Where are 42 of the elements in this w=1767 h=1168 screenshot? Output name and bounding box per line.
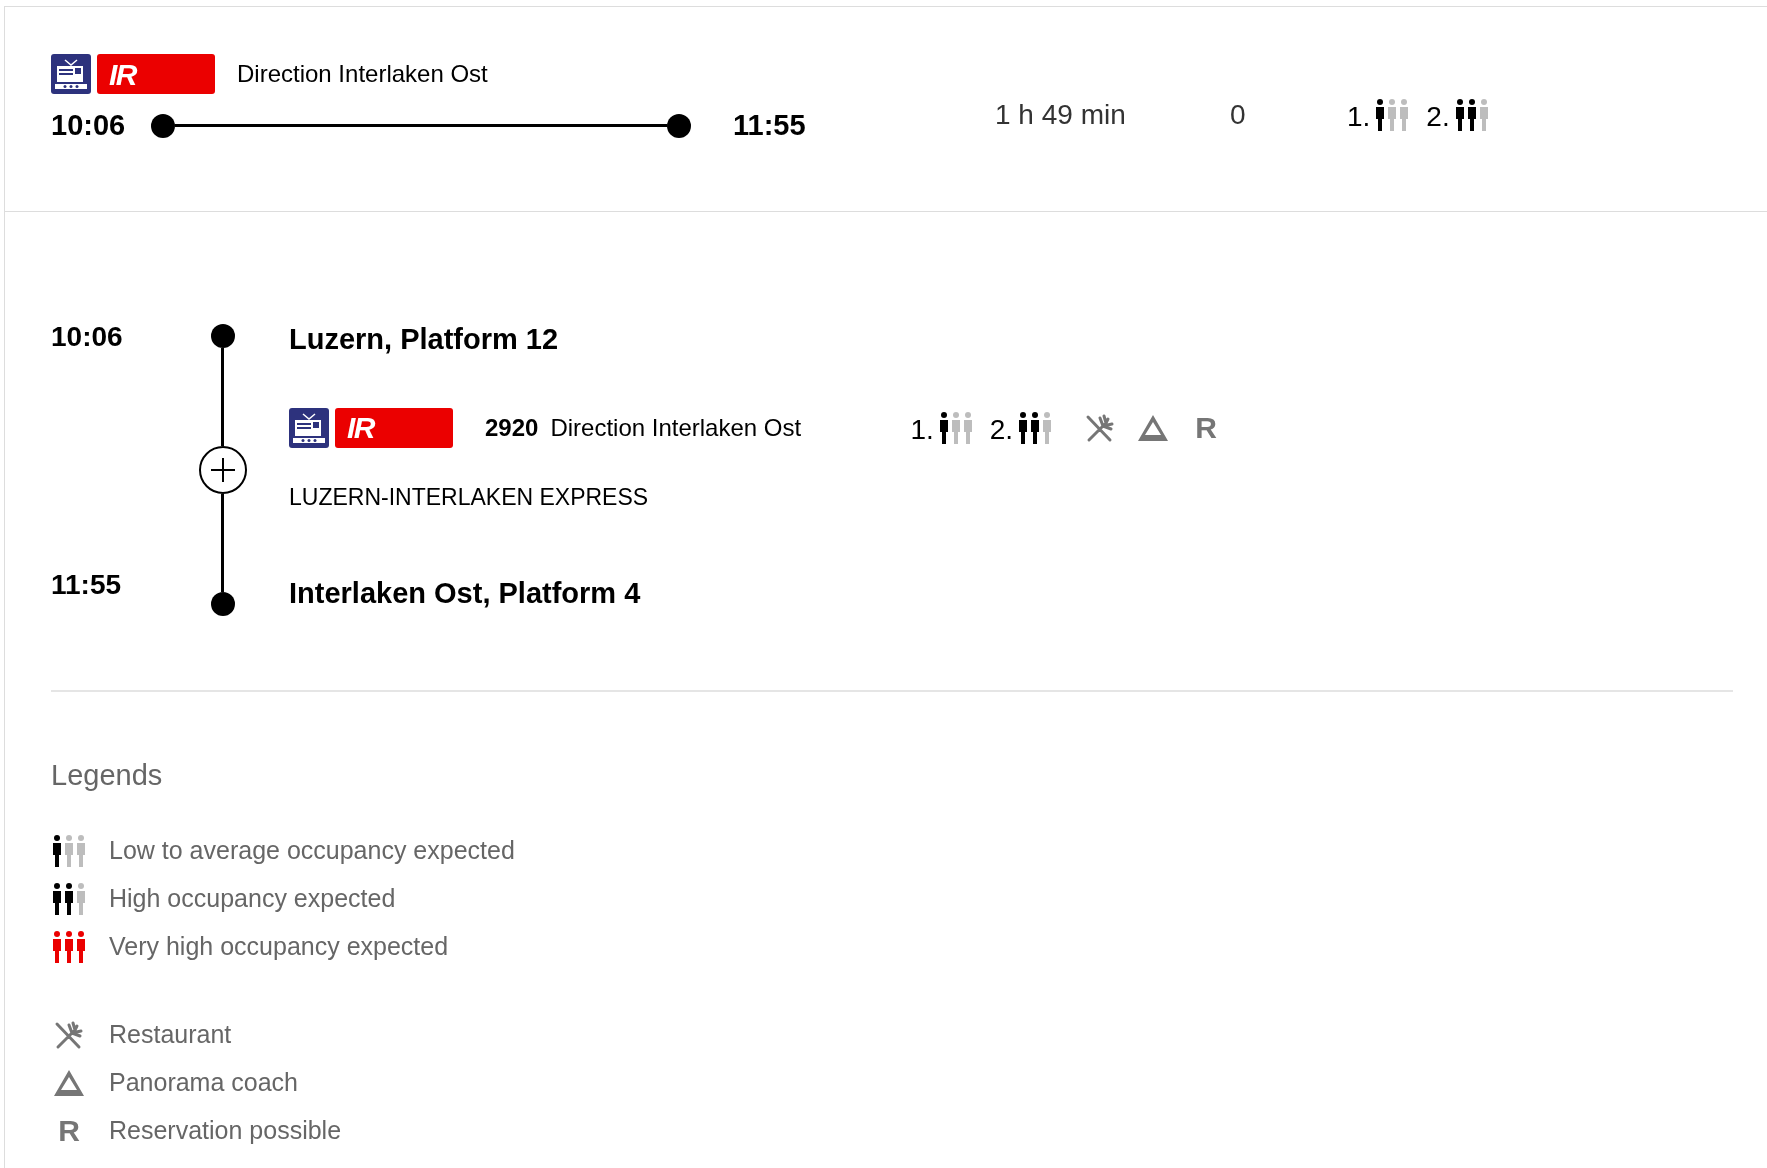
train-icon — [289, 407, 329, 448]
connection-summary[interactable]: IR Direction Interlaken Ost 10:06 11:55 1 h 49 min 0 1. 2. — [5, 6, 1767, 212]
occupancy-icon — [51, 883, 87, 915]
triangle-icon — [53, 1069, 85, 1097]
legends-title: Legends — [51, 757, 164, 793]
departure-time: 10:06 — [51, 108, 127, 143]
fork-knife-icon — [1085, 412, 1116, 443]
occupancy-icon — [1453, 99, 1490, 131]
legend-text: Reservation possible — [109, 1115, 342, 1147]
legend-text: Restaurant — [109, 1019, 232, 1051]
class-label: 1. — [1347, 103, 1371, 131]
legend-text: Very high occupancy expected — [109, 931, 449, 963]
station-name: Luzern, Platform 12 — [289, 322, 560, 357]
plus-icon — [209, 456, 236, 483]
product-badge: IR — [97, 54, 215, 94]
occupancy-icon — [1374, 99, 1411, 131]
direction-text: Direction Interlaken Ost — [237, 59, 488, 89]
occupancy-icon — [51, 931, 87, 963]
product-badge: IR — [335, 407, 453, 448]
arrival-time: 11:55 — [51, 567, 123, 602]
class-label: 2. — [1426, 103, 1450, 131]
occupancy-icon — [51, 835, 87, 867]
reservation-symbol: R — [1194, 412, 1218, 443]
arrival-time: 11:55 — [733, 108, 806, 143]
legend-text: Low to average occupancy expected — [109, 835, 515, 867]
station-name: Interlaken Ost, Platform 4 — [289, 576, 642, 611]
changes-count: 0 — [1230, 98, 1247, 132]
occupancy-icon — [1017, 411, 1054, 444]
train-name: LUZERN-INTERLAKEN EXPRESS — [289, 482, 650, 512]
duration-text: 1 h 49 min — [995, 98, 1127, 132]
occupancy-icon — [937, 411, 974, 444]
reservation-symbol: R — [57, 1116, 81, 1146]
departure-time: 10:06 — [51, 320, 124, 354]
direction-text: Direction Interlaken Ost — [550, 412, 803, 443]
legend-text: Panorama coach — [109, 1067, 298, 1099]
train-icon — [51, 54, 91, 94]
class-label: 1. — [910, 415, 934, 444]
train-number: 2920 — [485, 412, 539, 443]
class-label: 2. — [989, 415, 1014, 444]
fork-knife-icon — [54, 1020, 84, 1050]
triangle-icon — [1137, 413, 1170, 442]
legend-text: High occupancy expected — [109, 883, 396, 915]
